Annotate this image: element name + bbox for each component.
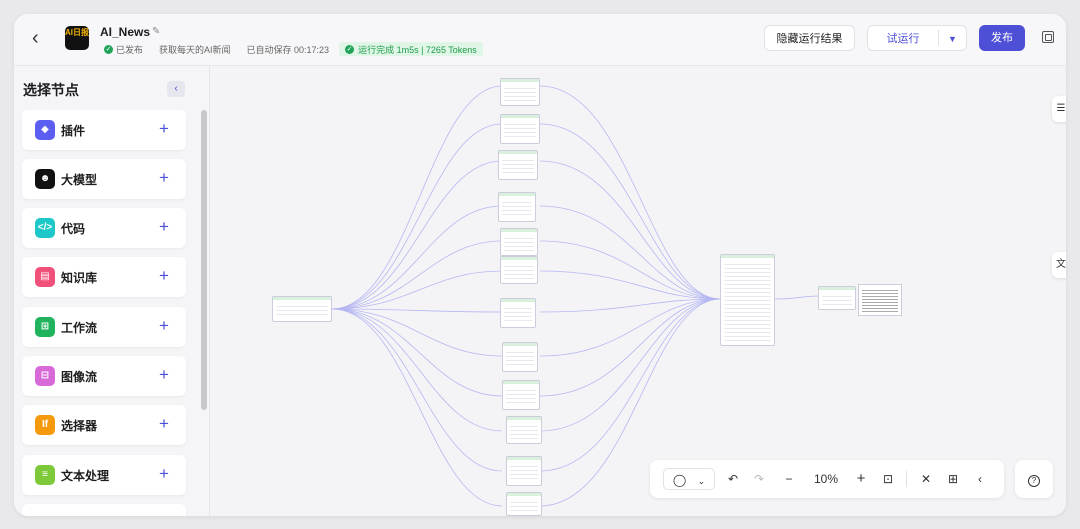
cube-icon: ◆ [35,120,55,140]
autosave-status: 已自动保存 00:17:23 [246,44,330,55]
workflow-edges [331,85,819,507]
plugin-node[interactable] [498,192,536,222]
plugin-node[interactable] [506,492,542,516]
sidebar-item-workflow[interactable]: ⊞ 工作流 + [22,307,186,347]
copy-icon[interactable] [1042,31,1054,43]
sidebar-item-text-process[interactable]: ≡ 文本处理 + [22,455,186,495]
check-icon: ✓ [345,44,355,54]
meta-row: ✓ 已发布 获取每天的AI新闻 已自动保存 00:17:23 ✓ 运行完成 1m5s… [104,42,483,56]
sidebar-item-knowledge[interactable]: ▤ 知识库 + [22,257,186,297]
text-process-icon: ≡ [35,465,55,485]
sidebar-item-imageflow[interactable]: ⊟ 图像流 + [22,356,186,396]
sidebar-title: 选择节点 [23,82,79,98]
chevron-down-icon: ⌄ [697,476,706,486]
add-icon[interactable]: + [156,365,172,385]
node-label: 图像流 [61,370,98,384]
plugin-node[interactable] [506,456,542,486]
header: ‹ AI日报 AI_News ✎ ✓ 已发布 获取每天的AI新闻 已自动保存 00… [14,14,1066,66]
add-icon[interactable]: + [156,414,172,434]
plugin-node[interactable] [502,342,538,372]
node-label: 文本处理 [61,469,110,483]
sidebar-scrollbar[interactable] [201,110,207,410]
add-icon[interactable]: + [156,119,172,139]
app-description: 获取每天的AI新闻 [159,44,231,55]
zoom-in-icon[interactable]: + [850,468,872,490]
end-node[interactable] [818,286,856,310]
image-flow-icon: ⊟ [35,366,55,386]
run-status-badge: ✓ 运行完成 1m5s | 7265 Tokens [339,42,483,56]
check-icon: ✓ [104,44,113,54]
plugin-node[interactable] [500,228,538,256]
try-run-label: 试运行 [886,33,920,45]
zoom-level[interactable]: 10% [808,468,844,490]
edit-icon[interactable]: ✎ [152,26,160,37]
collapse-nodes-icon[interactable]: ✕ [915,468,937,490]
plugin-node[interactable] [500,298,536,328]
layout-grid-icon[interactable]: ⊞ [942,468,964,490]
sidebar-item-selector[interactable]: If 选择器 + [22,405,186,445]
plugin-node[interactable] [500,256,538,284]
add-icon[interactable]: + [156,464,172,484]
add-icon[interactable]: + [156,168,172,188]
redo-icon[interactable]: ↷ [748,468,770,490]
book-icon: ▤ [35,267,55,287]
undo-icon[interactable]: ↶ [722,468,744,490]
sidebar-item-plugin[interactable]: ◆ 插件 + [22,110,186,150]
fit-view-icon[interactable]: ⊡ [877,468,899,490]
plugin-node[interactable] [506,416,542,444]
app-name: AI_News [100,25,151,39]
divider [906,471,907,487]
interaction-mode-select[interactable]: ◯ ⌄ [663,468,715,490]
canvas-toolbar: ◯ ⌄ ↶ ↷ − 10% + ⊡ ✕ ⊞ ‹ [650,460,1004,498]
help-button[interactable]: ? [1015,460,1053,498]
plugin-node[interactable] [498,150,538,180]
code-icon: </> [35,218,55,238]
add-icon[interactable]: + [156,217,172,237]
question-icon: ? [1028,475,1040,487]
node-label: 知识库 [61,271,98,285]
if-icon: If [35,415,55,435]
node-sidebar: 选择节点 ‹ ◆ 插件 + ☻ 大模型 + </> 代码 + ▤ 知识库 + ⊞… [14,66,210,516]
collapse-sidebar-button[interactable]: ‹ [167,81,185,97]
start-node[interactable] [272,296,332,322]
app-window: ‹ AI日报 AI_News ✎ ✓ 已发布 获取每天的AI新闻 已自动保存 00… [14,14,1066,516]
sidebar-item-partial[interactable] [22,504,186,516]
text-panel-tab[interactable]: 文 [1052,252,1066,278]
sidebar-item-code[interactable]: </> 代码 + [22,208,186,248]
node-label: 选择器 [61,419,98,433]
add-icon[interactable]: + [156,316,172,336]
auto-align-icon[interactable]: ‹ [969,468,991,490]
app-logo: AI日报 [65,26,89,50]
workflow-canvas[interactable]: ☰ 文 [210,66,1066,516]
add-icon[interactable]: + [156,266,172,286]
llm-node[interactable] [720,254,775,346]
robot-face-icon: ☻ [35,169,55,189]
publish-status: ✓ 已发布 [104,44,144,55]
plugin-node[interactable] [500,114,540,144]
node-label: 代码 [61,222,86,236]
hide-results-button[interactable]: 隐藏运行结果 [764,25,855,51]
mouse-icon: ◯ [672,473,687,487]
zoom-out-icon[interactable]: − [778,468,800,490]
plugin-node[interactable] [500,78,540,106]
node-label: 插件 [61,124,86,138]
divider [938,30,939,46]
plugin-node[interactable] [502,380,540,410]
try-run-button[interactable]: 试运行 ▼ [867,25,967,51]
chevron-down-icon[interactable]: ▼ [948,26,957,52]
node-label: 大模型 [61,173,98,187]
node-label: 工作流 [61,321,98,335]
panel-toggle-tab[interactable]: ☰ [1052,96,1066,122]
workflow-icon: ⊞ [35,317,55,337]
output-text-node[interactable] [858,284,902,316]
sidebar-item-llm[interactable]: ☻ 大模型 + [22,159,186,199]
back-button[interactable]: ‹ [32,28,52,49]
publish-button[interactable]: 发布 [979,25,1025,51]
